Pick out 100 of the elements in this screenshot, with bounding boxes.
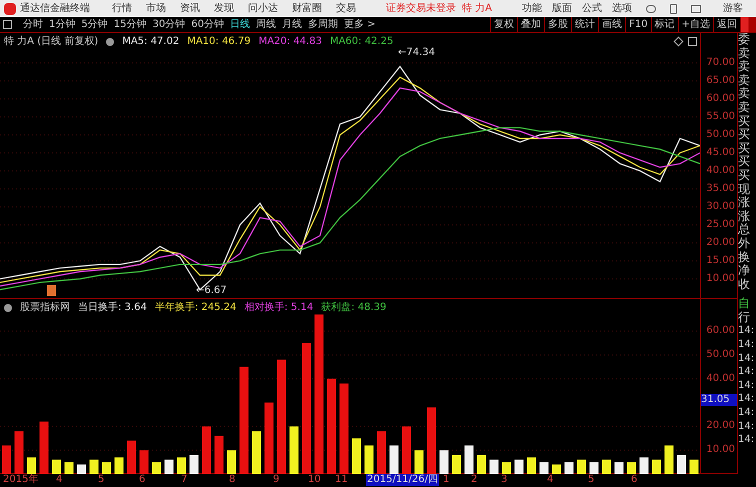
volume-bar xyxy=(427,407,436,474)
period-tab[interactable]: 多周期 xyxy=(304,17,341,32)
quote-field-label: 总 xyxy=(738,223,750,237)
low-price-label: ←6.67 xyxy=(196,284,227,298)
menu-item[interactable]: 交易 xyxy=(336,4,356,14)
ma-legend: MA10: 46.79 xyxy=(187,34,251,49)
volume-bar xyxy=(590,462,598,474)
indicator-legend: 相对换手: 5.14 xyxy=(244,300,314,315)
volume-axis-label: 50.00 xyxy=(706,350,735,360)
quote-field-label: 净 xyxy=(738,264,750,278)
menu-item[interactable]: 选项 xyxy=(612,4,632,14)
toolbar-button[interactable]: 统计 xyxy=(571,17,598,32)
period-tab[interactable]: 更多 > xyxy=(340,17,379,32)
panel-toggle-icon[interactable] xyxy=(3,20,12,29)
volume-bar xyxy=(264,402,274,474)
date-axis-label: 2015/11/26/四 xyxy=(366,474,440,486)
volume-axis-label: 60.00 xyxy=(706,326,735,336)
toolbar-button[interactable]: 叠加 xyxy=(517,17,544,32)
volume-bar xyxy=(64,462,74,474)
period-tab[interactable]: 30分钟 xyxy=(149,17,188,32)
volume-bar xyxy=(227,450,236,474)
period-tab[interactable]: 周线 xyxy=(252,17,279,32)
quote-field-label: 卖 xyxy=(738,100,750,115)
high-price-label: ←74.34 xyxy=(398,46,436,60)
price-axis-label: 35.00 xyxy=(706,184,735,194)
volume-bar xyxy=(102,462,111,474)
window-icon[interactable] xyxy=(688,37,697,46)
toolbar-button[interactable]: 多股 xyxy=(544,17,572,32)
volume-bar xyxy=(352,438,361,474)
trade-time: 14: xyxy=(738,338,754,352)
volume-bar xyxy=(690,460,698,474)
volume-axis-label: 40.00 xyxy=(706,374,735,384)
quote-tab[interactable]: 行 xyxy=(738,310,750,324)
price-axis-label: 65.00 xyxy=(706,76,735,86)
date-axis-label: 3 xyxy=(500,474,508,486)
volume-bar xyxy=(190,454,198,474)
date-axis-label: 10 xyxy=(307,474,322,486)
trade-time: 14: xyxy=(738,406,754,420)
app-name: 通达信金融终端 xyxy=(20,4,90,14)
trade-time: 14: xyxy=(738,352,754,366)
menu-item[interactable]: 公式 xyxy=(582,4,602,14)
menu-item[interactable]: 财富圈 xyxy=(292,4,322,14)
menu-item[interactable]: 资讯 xyxy=(180,4,200,14)
volume-bar xyxy=(52,460,61,474)
toolbar-button[interactable]: 复权 xyxy=(490,17,518,32)
period-tab[interactable]: 5分钟 xyxy=(78,17,111,32)
date-axis-label: 2015年 xyxy=(2,474,40,486)
volume-bar xyxy=(27,457,36,474)
menu-item[interactable]: 版面 xyxy=(552,4,572,14)
price-axis-label: 15.00 xyxy=(706,256,735,266)
indicator-legend: 半年换手: 245.24 xyxy=(154,300,236,315)
menu-item[interactable]: 行情 xyxy=(112,4,132,14)
stock-name: 特 力A xyxy=(462,4,492,14)
period-tab[interactable]: 月线 xyxy=(278,17,305,32)
trade-time: 14: xyxy=(738,378,754,392)
toolbar-button[interactable]: F10 xyxy=(625,17,651,32)
event-marker-icon[interactable] xyxy=(47,285,56,296)
ma-legend: MA5: 47.02 xyxy=(122,34,180,49)
period-tab[interactable]: 分时 xyxy=(20,17,46,32)
volume-bar xyxy=(252,431,261,474)
menu-item[interactable]: 功能 xyxy=(522,4,542,14)
auto-tab[interactable]: 自 xyxy=(738,297,750,311)
quote-field-label: 现 xyxy=(738,182,750,196)
quote-field-label: 买 xyxy=(738,128,750,142)
quote-field-label: 涨 xyxy=(738,210,750,223)
volume-bar xyxy=(152,462,161,474)
menu-item[interactable]: 问小达 xyxy=(248,4,278,14)
price-axis-label: 70.00 xyxy=(706,58,735,68)
volume-bar xyxy=(77,464,86,474)
price-axis-label: 60.00 xyxy=(706,94,735,104)
period-tab[interactable]: 日线 xyxy=(226,17,253,32)
volume-bar xyxy=(564,462,574,474)
volume-bar xyxy=(602,460,611,474)
period-tab[interactable]: 1分钟 xyxy=(46,17,78,32)
volume-bar xyxy=(402,426,411,474)
menu-item[interactable]: 市场 xyxy=(146,4,166,14)
volume-bar xyxy=(214,436,224,474)
volume-bar xyxy=(652,460,661,474)
volume-bar xyxy=(114,457,124,474)
indicator-legend: 当日换手: 3.64 xyxy=(78,300,147,315)
volume-bar xyxy=(514,460,524,474)
quote-field-label: 卖 xyxy=(738,46,750,60)
toolbar-button[interactable]: 标记 xyxy=(650,17,678,32)
menu-item[interactable]: 发现 xyxy=(214,4,234,14)
quote-field-label: 买 xyxy=(738,142,750,156)
volume-bar xyxy=(390,445,398,474)
volume-bar xyxy=(90,460,98,474)
price-axis-label: 40.00 xyxy=(706,166,735,176)
ma-legend: MA60: 42.25 xyxy=(330,34,394,49)
period-tab[interactable]: 15分钟 xyxy=(110,17,150,32)
period-tab[interactable]: 60分钟 xyxy=(188,17,227,32)
login-status[interactable]: 证券交易未登录 xyxy=(386,4,456,14)
chart-title: 特 力A (日线 前复权) xyxy=(4,34,98,49)
quote-field-label: 涨 xyxy=(738,196,750,210)
toolbar-button[interactable]: 画线 xyxy=(598,17,626,32)
price-axis-label: 30.00 xyxy=(706,202,735,212)
volume-bar xyxy=(364,445,374,474)
volume-axis-label: 10.00 xyxy=(706,445,735,456)
toolbar-button[interactable]: +自选 xyxy=(678,17,713,32)
user-name[interactable]: 游客 xyxy=(723,4,744,14)
